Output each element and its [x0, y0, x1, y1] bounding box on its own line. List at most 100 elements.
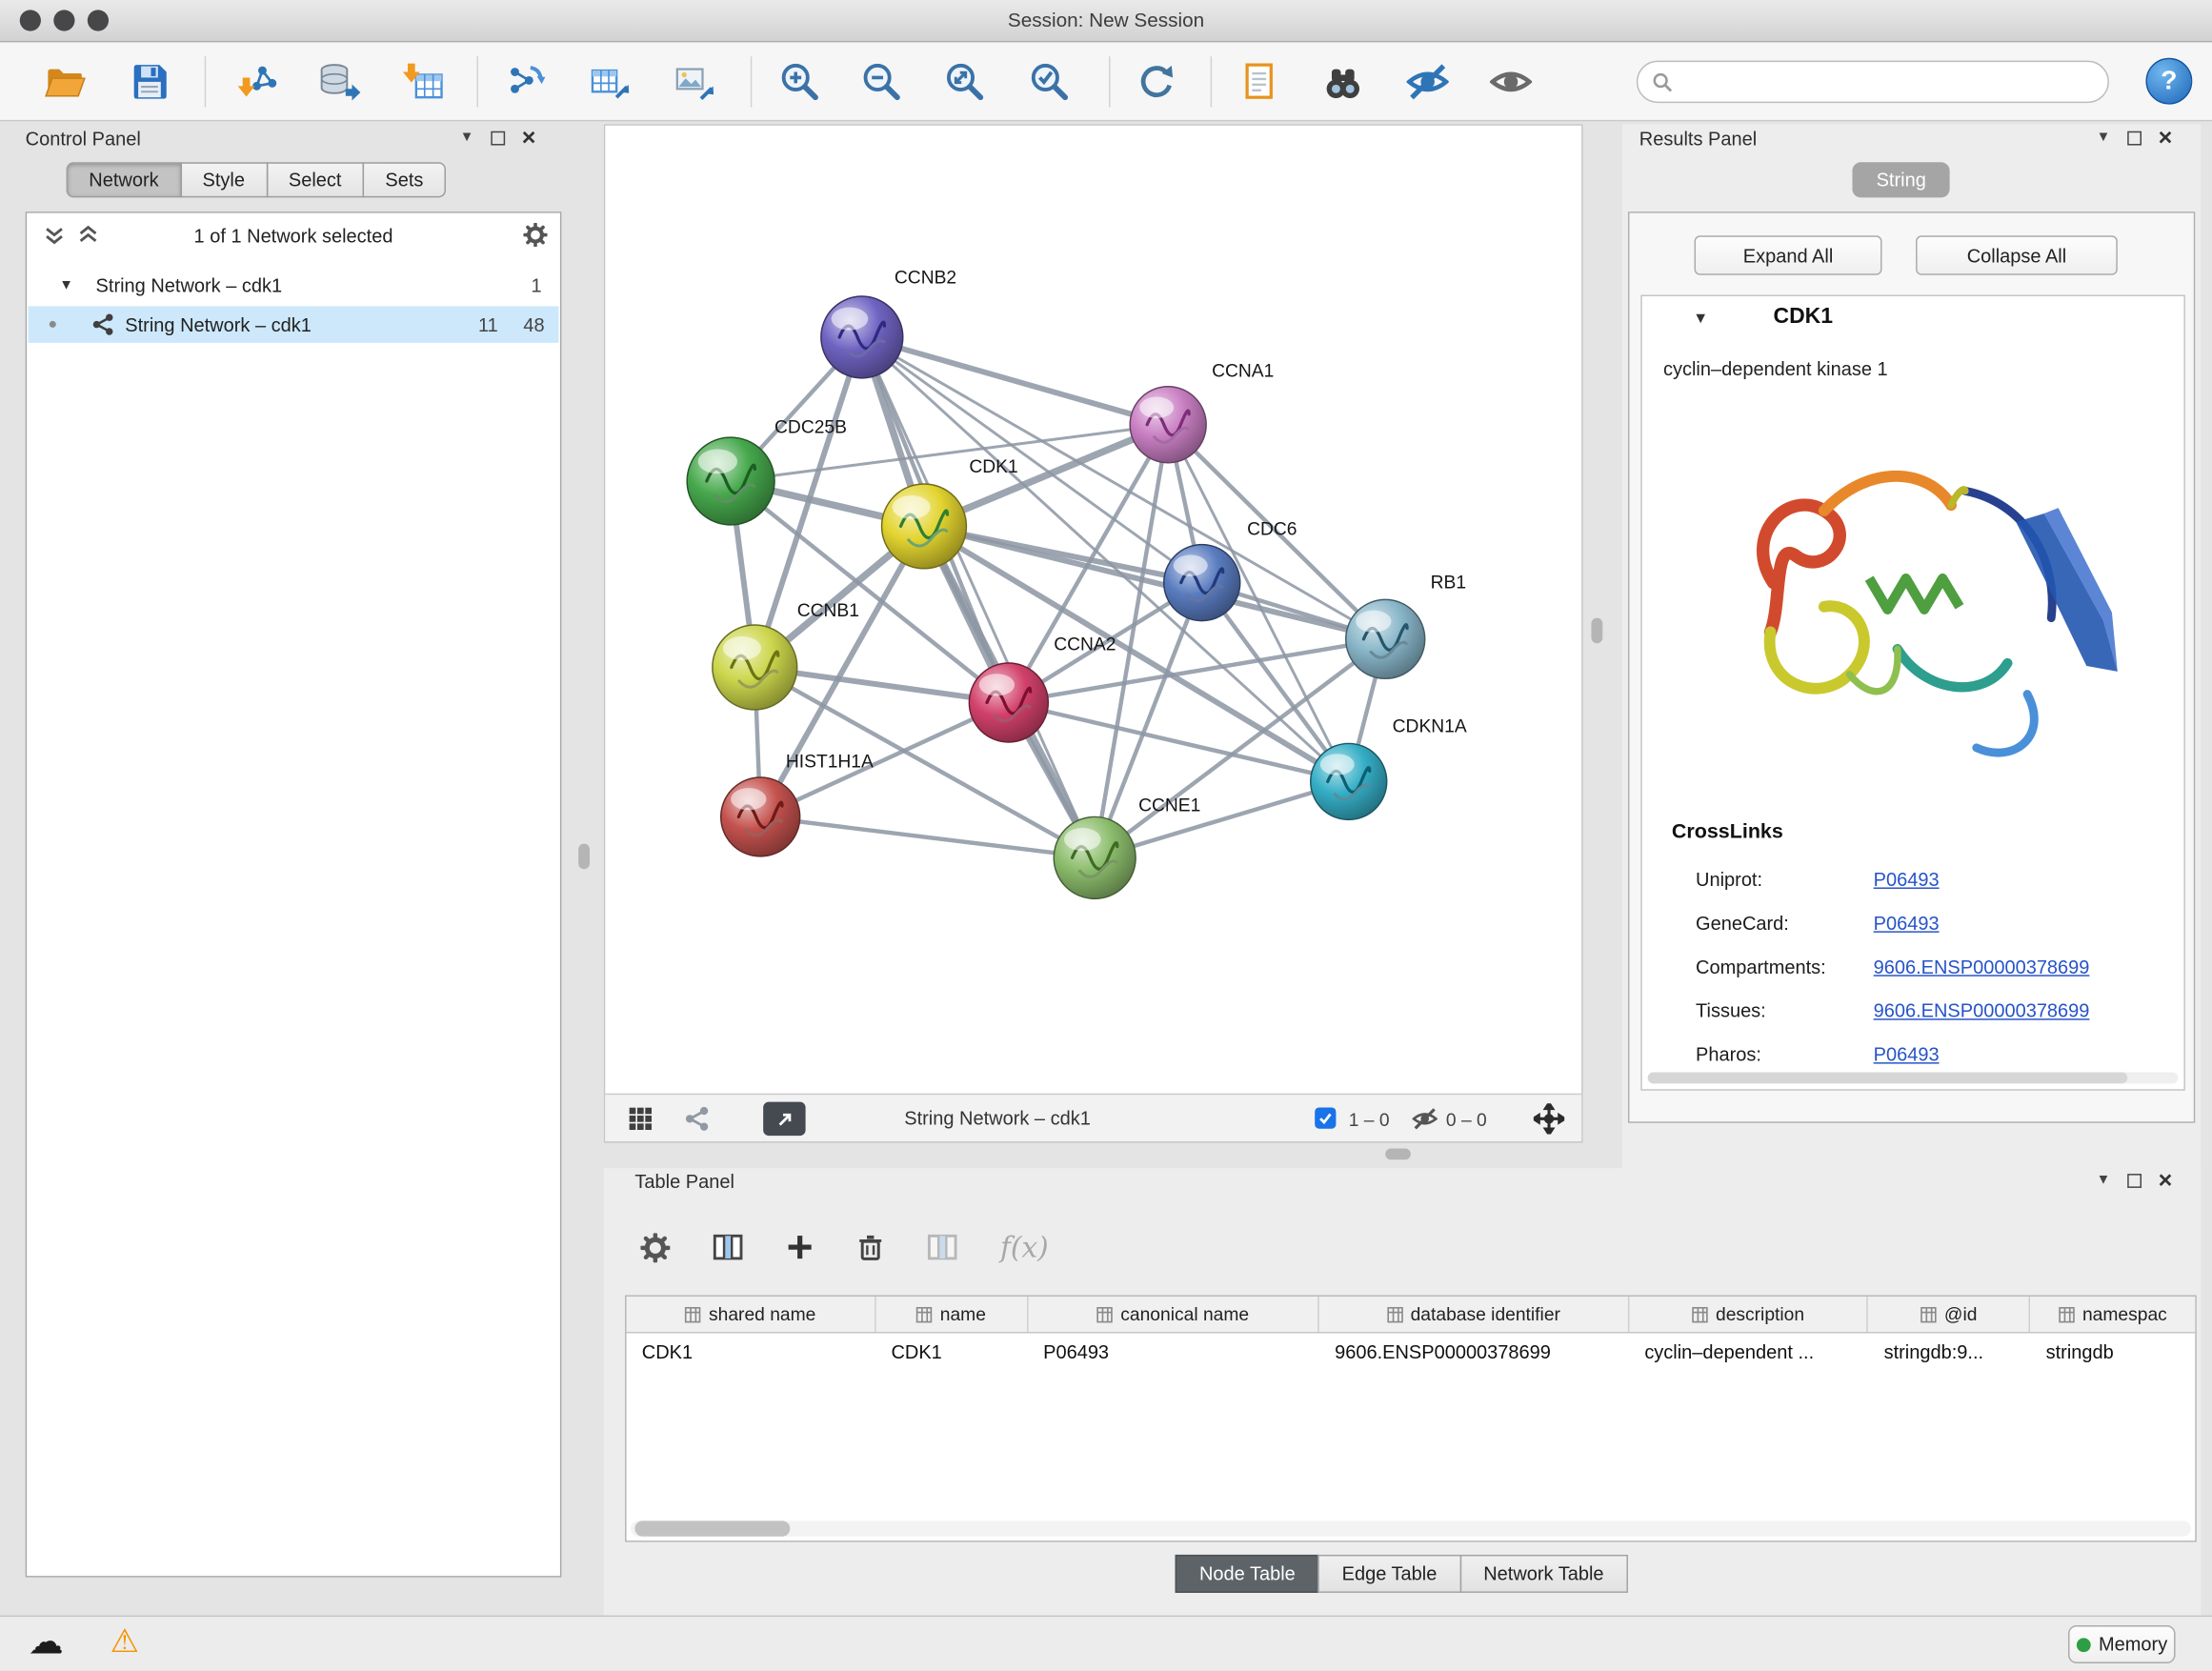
- close-panel-icon[interactable]: ×: [522, 131, 536, 145]
- close-panel-icon[interactable]: ×: [2159, 131, 2173, 145]
- tab-edge-table[interactable]: Edge Table: [1317, 1555, 1460, 1593]
- zoom-in-button[interactable]: [775, 58, 823, 106]
- right-splitter-handle[interactable]: [1591, 618, 1602, 644]
- float-panel-icon[interactable]: ▼: [460, 130, 474, 145]
- crosslink-value-link[interactable]: P06493: [1874, 913, 1940, 934]
- show-all-button[interactable]: [1487, 58, 1535, 106]
- fit-content-crosshair-icon[interactable]: [1534, 1103, 1565, 1135]
- edge-CCNB2-CCNE1[interactable]: [862, 337, 1095, 857]
- open-in-new-window-button[interactable]: [763, 1102, 805, 1137]
- collapse-triangle-icon[interactable]: ▼: [59, 277, 73, 292]
- column-header-database-identifier[interactable]: database identifier: [1319, 1297, 1629, 1332]
- column-header-name[interactable]: name: [875, 1297, 1028, 1332]
- tab-node-table[interactable]: Node Table: [1176, 1555, 1319, 1593]
- tab-sets[interactable]: Sets: [363, 162, 446, 197]
- edge-HIST1H1A-CCNE1[interactable]: [760, 816, 1095, 857]
- refresh-button[interactable]: [1133, 58, 1180, 106]
- close-panel-icon[interactable]: ×: [2159, 1173, 2173, 1187]
- toolbar-separator: [205, 56, 206, 107]
- zoom-selected-button[interactable]: [1026, 58, 1074, 106]
- column-header-id[interactable]: @id: [1868, 1297, 2030, 1332]
- edge-CDK1-RB1[interactable]: [924, 526, 1385, 638]
- column-header-namespac[interactable]: namespac: [2030, 1297, 2195, 1332]
- float-panel-icon[interactable]: ▼: [2097, 1173, 2111, 1188]
- expand-all-button[interactable]: Expand All: [1695, 235, 1882, 274]
- collapse-all-button[interactable]: Collapse All: [1916, 235, 2118, 274]
- section-scrollbar-thumb[interactable]: [1648, 1072, 2128, 1083]
- network-node-CCNE1[interactable]: [1054, 816, 1136, 898]
- table-row[interactable]: CDK1CDK1P064939606.ENSP00000378699cyclin…: [627, 1333, 2196, 1370]
- crosslink-value-link[interactable]: 9606.ENSP00000378699: [1874, 956, 2090, 977]
- column-header-shared-name[interactable]: shared name: [627, 1297, 876, 1332]
- zoom-fit-button[interactable]: [941, 58, 989, 106]
- float-panel-icon[interactable]: ▼: [2097, 130, 2111, 145]
- import-network-from-file-button[interactable]: [232, 58, 280, 106]
- network-node-CCNA2[interactable]: [969, 663, 1048, 742]
- import-network-from-database-button[interactable]: [314, 58, 362, 106]
- export-table-button[interactable]: [586, 58, 633, 106]
- network-options-button[interactable]: [523, 223, 547, 254]
- network-collection-row[interactable]: ▼ String Network – cdk1 1: [29, 267, 559, 304]
- node-table: shared namenamecanonical namedatabase id…: [625, 1295, 2197, 1541]
- network-view-toolbar: String Network – cdk1 1 – 0 0 – 0: [605, 1094, 1581, 1141]
- new-network-from-selection-button[interactable]: [501, 58, 549, 106]
- crosslink-value-link[interactable]: 9606.ENSP00000378699: [1874, 1000, 2090, 1021]
- network-node-CCNB2[interactable]: [821, 296, 903, 378]
- warning-icon[interactable]: ⚠: [111, 1622, 140, 1661]
- tab-network-table[interactable]: Network Table: [1459, 1555, 1628, 1593]
- grid-view-icon[interactable]: [628, 1106, 654, 1132]
- share-view-icon[interactable]: [684, 1106, 710, 1132]
- column-header-canonical-name[interactable]: canonical name: [1028, 1297, 1319, 1332]
- save-session-button[interactable]: [126, 58, 173, 106]
- network-node-CDC25B[interactable]: [687, 437, 774, 525]
- export-image-button[interactable]: [670, 58, 717, 106]
- maximize-panel-icon[interactable]: [2127, 1173, 2142, 1187]
- open-file-button[interactable]: [41, 58, 89, 106]
- network-node-HIST1H1A[interactable]: [721, 777, 800, 856]
- selected-checkbox-icon[interactable]: [1315, 1108, 1336, 1129]
- maximize-panel-icon[interactable]: [2127, 131, 2142, 145]
- annotation-button[interactable]: [1236, 58, 1283, 106]
- new-network-icon: [502, 59, 547, 104]
- annotation-document-icon: [1237, 59, 1282, 104]
- tab-string[interactable]: String: [1852, 162, 1950, 197]
- horizontal-splitter-handle[interactable]: [1385, 1148, 1411, 1159]
- column-header-description[interactable]: description: [1629, 1297, 1868, 1332]
- network-canvas[interactable]: CCNB2CCNA1CDC25BCDK1CDC6RB1CCNB1CCNA2CDK…: [605, 126, 1581, 1094]
- network-node-CDC6[interactable]: [1164, 545, 1240, 621]
- network-node-CCNB1[interactable]: [713, 625, 797, 710]
- table-options-gear-icon[interactable]: [640, 1233, 670, 1262]
- toolbar-separator: [1211, 56, 1212, 107]
- network-label: String Network – cdk1: [125, 314, 312, 335]
- hidden-eye-slash-icon[interactable]: [1412, 1106, 1438, 1132]
- hide-selected-button[interactable]: [1403, 58, 1451, 106]
- database-import-icon: [316, 59, 361, 104]
- crosslink-value-link[interactable]: P06493: [1874, 1044, 1940, 1065]
- network-node-CDKN1A[interactable]: [1311, 743, 1387, 819]
- maximize-panel-icon[interactable]: [491, 131, 505, 145]
- tab-select[interactable]: Select: [266, 162, 364, 197]
- memory-button[interactable]: Memory: [2068, 1625, 2176, 1663]
- tab-style[interactable]: Style: [180, 162, 268, 197]
- import-table-from-file-button[interactable]: [399, 58, 447, 106]
- search-input[interactable]: [1681, 71, 2093, 92]
- crosslink-label: GeneCard:: [1696, 913, 1874, 934]
- network-row-selected[interactable]: ● String Network – cdk1 11 48: [29, 306, 559, 343]
- network-node-CDK1[interactable]: [882, 484, 967, 569]
- network-node-RB1[interactable]: [1346, 599, 1425, 678]
- add-column-icon[interactable]: [786, 1233, 814, 1261]
- section-collapse-triangle-icon[interactable]: ▼: [1693, 311, 1708, 328]
- show-columns-icon[interactable]: [713, 1232, 744, 1263]
- cloud-icon[interactable]: ☁: [29, 1621, 64, 1663]
- tab-network[interactable]: Network: [67, 162, 182, 197]
- table-scrollbar-thumb[interactable]: [634, 1520, 790, 1536]
- help-button[interactable]: ?: [2145, 58, 2192, 105]
- crosslink-value-link[interactable]: P06493: [1874, 869, 1940, 890]
- toolbar-search[interactable]: [1637, 61, 2109, 103]
- delete-column-trash-icon[interactable]: [856, 1233, 885, 1261]
- network-node-CCNA1[interactable]: [1130, 387, 1206, 463]
- zoom-out-button[interactable]: [857, 58, 905, 106]
- left-splitter-handle[interactable]: [578, 844, 590, 870]
- network-edges[interactable]: [731, 337, 1385, 857]
- search-network-button[interactable]: [1319, 58, 1367, 106]
